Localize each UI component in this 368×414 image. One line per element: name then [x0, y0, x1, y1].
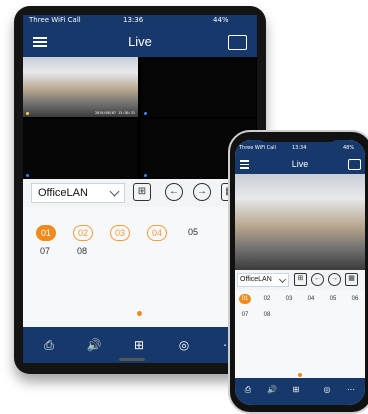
status-time: 13:34	[292, 145, 307, 151]
carrier-label: Three WiFi Call	[239, 145, 276, 151]
battery-label: 48%	[343, 145, 355, 151]
status-dot-icon	[26, 174, 29, 177]
video-cell-3[interactable]	[23, 119, 138, 179]
tablet-home-bar	[119, 358, 145, 361]
status-time: 13:36	[123, 16, 144, 24]
channel-07[interactable]: 07	[36, 244, 54, 258]
video-cell-2[interactable]	[141, 57, 256, 117]
recording-dot-icon	[26, 112, 29, 115]
phone-notch	[258, 132, 338, 142]
channel-04[interactable]: 04	[147, 225, 167, 241]
device-list-icon[interactable]	[348, 159, 361, 170]
channel-05[interactable]: 05	[327, 294, 339, 304]
phone-status-bar: Three WiFi Call 13:34 48%	[235, 140, 365, 154]
next-page-icon[interactable]: →	[193, 183, 211, 201]
speaker-icon[interactable]: 🔊	[85, 336, 103, 354]
channel-01[interactable]: 01	[239, 294, 251, 304]
channel-02[interactable]: 02	[261, 294, 273, 304]
layout-icon[interactable]: ⊞	[290, 384, 302, 396]
tablet-screen: Three WiFi Call 13:36 44% Live 2019/08/0…	[23, 15, 257, 363]
phone-bottom-toolbar: ⎙ 🔊 ⊞ ◎ ⋯	[235, 378, 365, 405]
channel-03[interactable]: 03	[283, 294, 295, 304]
status-dot-icon	[144, 112, 147, 115]
battery-label: 44%	[213, 16, 229, 24]
playback-icon[interactable]: ⎙	[40, 336, 58, 354]
device-list-icon[interactable]	[228, 35, 247, 50]
device-select[interactable]: OfficeLAN	[237, 273, 289, 287]
channel-01[interactable]: 01	[36, 225, 56, 241]
device-select[interactable]: OfficeLAN	[31, 183, 125, 203]
ptz-icon[interactable]: ◎	[175, 336, 193, 354]
device-select-value: OfficeLAN	[38, 187, 88, 199]
channel-02[interactable]: 02	[73, 225, 93, 241]
status-bar: Three WiFi Call 13:36 44%	[23, 15, 257, 27]
next-page-icon[interactable]: →	[328, 273, 341, 286]
grid-layout-icon[interactable]: ⊞	[294, 273, 307, 286]
page-title: Live	[291, 159, 309, 169]
layout-icon[interactable]: ⊞	[130, 336, 148, 354]
chevron-down-icon	[109, 186, 120, 197]
prev-page-icon[interactable]: ←	[311, 273, 324, 286]
carrier-label: Three WiFi Call	[29, 16, 81, 24]
grid-layout-icon[interactable]: ⊞	[133, 183, 151, 201]
phone-toolbar: OfficeLAN ⊞ ← → ▦	[235, 270, 365, 290]
more-icon[interactable]: ⋯	[345, 384, 357, 396]
page-indicator	[298, 373, 302, 377]
channel-05[interactable]: 05	[184, 225, 202, 239]
speaker-icon[interactable]: 🔊	[266, 384, 278, 396]
channel-08[interactable]: 08	[261, 310, 273, 320]
phone-video-view[interactable]	[235, 174, 365, 270]
ptz-icon[interactable]: ◎	[321, 384, 333, 396]
split-view-icon[interactable]: ▦	[345, 273, 358, 286]
toolbar: OfficeLAN ⊞ ← → ▦	[23, 179, 257, 207]
phone-top-nav: Live	[235, 154, 365, 174]
video-cell-1[interactable]: 2019/08/07 13:36:31	[23, 57, 138, 117]
channel-04[interactable]: 04	[305, 294, 317, 304]
channel-08[interactable]: 08	[73, 244, 91, 258]
channel-03[interactable]: 03	[110, 225, 130, 241]
video-grid: 2019/08/07 13:36:31	[23, 57, 257, 179]
page-indicator	[137, 311, 142, 316]
channel-06[interactable]: 06	[349, 294, 361, 304]
device-select-value: OfficeLAN	[240, 276, 272, 283]
phone-screen: Three WiFi Call 13:34 48% Live OfficeLAN…	[235, 140, 365, 405]
status-dot-icon	[144, 174, 147, 177]
channel-07[interactable]: 07	[239, 310, 251, 320]
camera-timestamp: 2019/08/07 13:36:31	[94, 111, 135, 115]
page-title: Live	[128, 34, 152, 49]
top-nav: Live	[23, 27, 257, 57]
chevron-down-icon	[278, 275, 287, 284]
playback-icon[interactable]: ⎙	[242, 384, 254, 396]
prev-page-icon[interactable]: ←	[165, 183, 183, 201]
